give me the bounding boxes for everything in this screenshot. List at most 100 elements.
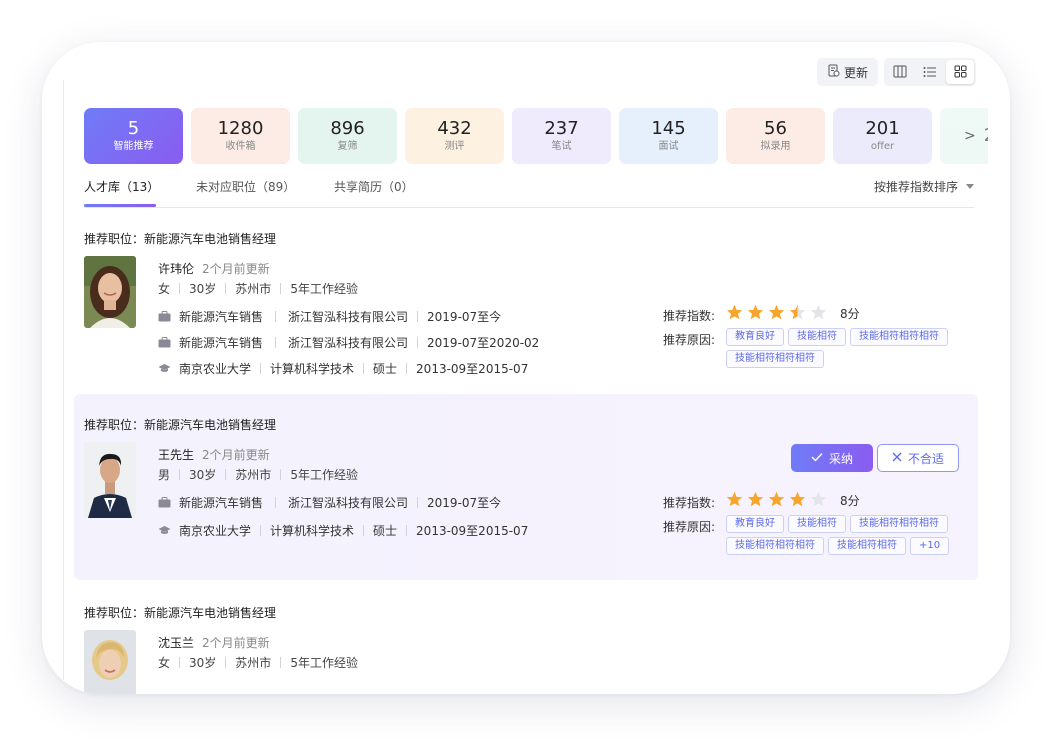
reason-tag: 技能相符相符相符	[726, 537, 824, 555]
candidate-card[interactable]: 推荐职位：新能源汽车电池销售经理 沈玉兰 2个月前更新 女 30岁 苏州市 5年…	[74, 598, 978, 694]
score-value: 8分	[840, 307, 860, 321]
list-icon	[923, 63, 937, 82]
chevron-down-icon	[966, 184, 974, 189]
reason-tag: 技能相符相符	[828, 537, 906, 555]
stat-card[interactable]: 5 智能推荐	[84, 108, 183, 164]
stat-card[interactable]: 56 拟录用	[726, 108, 825, 164]
accept-button[interactable]: 采纳	[791, 444, 873, 472]
sort-dropdown[interactable]: 按推荐指数排序	[874, 178, 974, 195]
reason-tag: 教育良好	[726, 328, 784, 346]
major: 计算机科学技术	[270, 362, 355, 376]
stat-card[interactable]: 896 复筛	[298, 108, 397, 164]
job-period: 2019-07至今	[427, 496, 502, 510]
columns-view-button[interactable]	[886, 60, 914, 84]
star-icon	[768, 491, 785, 511]
scroll-right-icon[interactable]: >	[964, 128, 976, 144]
degree: 硕士	[373, 362, 398, 376]
city: 苏州市	[235, 282, 272, 296]
stat-value: 5	[127, 118, 140, 139]
toolbar: 更新	[816, 58, 976, 86]
candidate-name-line: 王先生 2个月前更新	[158, 446, 270, 463]
tab-talent-pool[interactable]: 人才库（13）	[84, 178, 159, 195]
edu-period: 2013-09至2015-07	[416, 524, 529, 538]
tab-bar: 人才库（13） 未对应职位（89） 共享简历（0） 按推荐指数排序	[84, 178, 974, 208]
pipeline-stats: 5 智能推荐 1280 收件箱 896 复筛 432 测评 237 笔试 145 面试 56…	[84, 108, 988, 166]
age: 30岁	[189, 282, 217, 296]
star-icon	[726, 491, 743, 511]
city: 苏州市	[235, 468, 272, 482]
job-title: 新能源汽车销售	[179, 336, 264, 350]
stat-label: offer	[870, 141, 895, 152]
experience: 5年工作经验	[290, 282, 358, 296]
briefcase-icon	[158, 311, 171, 322]
stat-card[interactable]: 432 测评	[405, 108, 504, 164]
reason-tags: 教育良好 技能相符 技能相符相符相符 技能相符相符相符	[726, 328, 974, 368]
stat-value: 56	[764, 118, 787, 139]
candidate-name[interactable]: 沈玉兰	[158, 634, 194, 651]
reject-label: 不合适	[907, 451, 944, 466]
divider	[63, 80, 64, 680]
company: 浙江智泓科技有限公司	[288, 336, 409, 350]
stat-label: 面试	[658, 141, 679, 152]
stat-card[interactable]: 145 面试	[619, 108, 718, 164]
recommended-position: 推荐职位：新能源汽车电池销售经理	[84, 606, 277, 620]
work-experience: 新能源汽车销售 浙江智泓科技有限公司 2019-07至今	[158, 308, 501, 325]
view-switcher	[884, 58, 976, 86]
sort-label: 按推荐指数排序	[873, 180, 958, 194]
candidate-name-line: 沈玉兰 2个月前更新	[158, 634, 270, 651]
reason-tag: 技能相符	[788, 328, 846, 346]
list-view-button[interactable]	[916, 60, 944, 84]
stat-card[interactable]: 1280 收件箱	[191, 108, 290, 164]
reason-label: 推荐原因:	[663, 333, 716, 347]
gender: 男	[158, 468, 171, 482]
star-icon	[789, 304, 806, 324]
candidate-meta: 女 30岁 苏州市 5年工作经验	[158, 654, 358, 671]
candidate-name[interactable]: 王先生	[158, 446, 194, 463]
stat-value: 145	[651, 118, 686, 139]
update-button[interactable]: 更新	[816, 58, 878, 86]
major: 计算机科学技术	[270, 524, 355, 538]
close-icon	[892, 451, 902, 465]
stat-label: 测评	[444, 141, 465, 152]
stat-value: 432	[437, 118, 472, 139]
reason-tag: 技能相符	[788, 515, 846, 533]
age: 30岁	[189, 656, 217, 670]
gender: 女	[158, 656, 171, 670]
stat-label: 笔试	[551, 141, 572, 152]
stat-value: 896	[330, 118, 365, 139]
education: 南京农业大学 计算机科学技术 硕士 2013-09至2015-07	[158, 360, 528, 377]
stat-value: 201	[865, 118, 900, 139]
tab-indicator	[84, 204, 156, 207]
tab-shared[interactable]: 共享简历（0）	[334, 178, 414, 195]
tab-unmatched[interactable]: 未对应职位（89）	[196, 178, 295, 195]
reason-tags: 教育良好 技能相符 技能相符相符相符 技能相符相符相符 技能相符相符 +10	[726, 515, 974, 555]
candidate-card-selected[interactable]: 推荐职位：新能源汽车电池销售经理 王先生 2个月前更新 男 30岁 苏州市 5年…	[74, 394, 978, 580]
candidate-card[interactable]: 推荐职位：新能源汽车电池销售经理 许玮伦 2个月前更新 女 30岁 苏州市 5年…	[74, 222, 978, 382]
star-icon	[747, 304, 764, 324]
stat-label: 复筛	[337, 141, 358, 152]
reject-button[interactable]: 不合适	[877, 444, 959, 472]
reason-label: 推荐原因:	[663, 520, 716, 534]
star-icon	[810, 304, 827, 324]
stat-label: 收件箱	[225, 141, 256, 152]
updated-time: 2个月前更新	[202, 636, 270, 650]
columns-icon	[893, 63, 907, 82]
school: 南京农业大学	[179, 524, 252, 538]
job-title: 新能源汽车销售	[179, 310, 264, 324]
candidate-name[interactable]: 许玮伦	[158, 260, 194, 277]
updated-time: 2个月前更新	[202, 448, 270, 462]
reason-tag: 技能相符相符相符	[850, 328, 948, 346]
stat-card[interactable]: 237 笔试	[512, 108, 611, 164]
grid-view-button[interactable]	[946, 60, 974, 84]
star-rating	[726, 491, 827, 511]
score-value: 8分	[840, 494, 860, 508]
star-icon	[726, 304, 743, 324]
stat-label: 智能推荐	[113, 141, 154, 152]
app-window: 更新 5 智能推荐 1280 收件箱 896 复筛 432 测评 237 笔试 …	[42, 42, 1010, 694]
update-label: 更新	[843, 65, 868, 80]
company: 浙江智泓科技有限公司	[288, 496, 409, 510]
stat-card[interactable]: 201 offer	[833, 108, 932, 164]
more-tags-badge[interactable]: +10	[910, 537, 950, 555]
gender: 女	[158, 282, 171, 296]
reason-tag: 技能相符相符相符	[726, 350, 824, 368]
